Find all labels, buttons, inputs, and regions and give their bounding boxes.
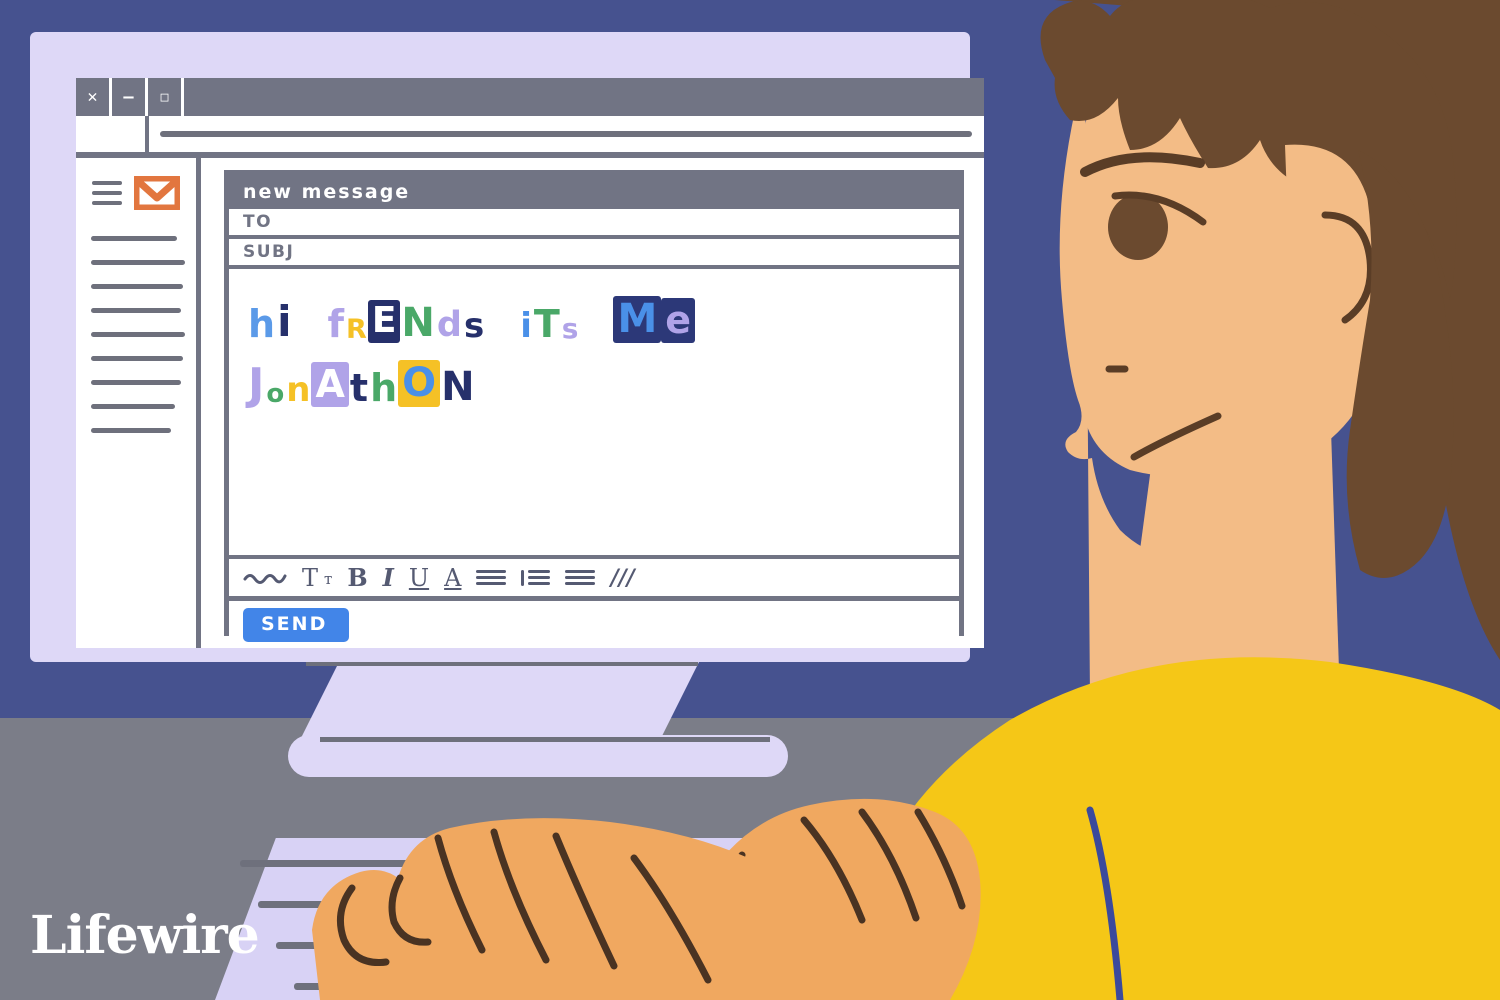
message-line: JonAthON (247, 359, 959, 407)
message-letter: n (286, 370, 311, 410)
undo-squiggle-icon[interactable] (243, 570, 287, 586)
sidebar-item-2[interactable] (91, 260, 185, 265)
message-letter: s (463, 306, 485, 346)
message-letter: R (346, 314, 367, 345)
browser-tab[interactable] (76, 116, 149, 152)
keyboard-row-4 (294, 983, 924, 990)
sidebar-header (92, 174, 182, 212)
font-size-small-icon[interactable]: т (324, 572, 332, 587)
close-button[interactable]: ✕ (76, 78, 112, 116)
url-input[interactable] (160, 131, 972, 137)
message-letter: E (367, 300, 401, 343)
browser-tabstrip[interactable] (184, 78, 984, 116)
lifewire-watermark: Lifewire (30, 905, 260, 966)
minimize-button[interactable]: – (112, 78, 148, 116)
message-word: fRENds (326, 300, 485, 343)
keyboard-row-2 (258, 901, 843, 908)
more-options-icon[interactable]: /// (610, 567, 634, 589)
hamburger-icon[interactable] (92, 181, 122, 205)
keyboard-key-rows (240, 860, 940, 1000)
message-letter: s (561, 312, 579, 345)
gmail-sidebar (76, 158, 201, 648)
message-letter: O (398, 360, 441, 407)
to-field[interactable]: TO (229, 209, 959, 239)
italic-icon[interactable]: I (383, 565, 394, 590)
sidebar-item-1[interactable] (91, 236, 177, 241)
send-button[interactable]: SEND (243, 608, 350, 642)
compose-title: new message (229, 175, 959, 209)
browser-addressbar[interactable] (76, 116, 984, 152)
sidebar-nav-list[interactable] (91, 236, 187, 433)
compose-window: new message TO SUBJ hifRENdsiTsMeJonAthO… (224, 170, 964, 648)
font-size-icon[interactable]: T (302, 566, 318, 590)
monitor-screen: ✕ – □ new message TO SUBJ h i f R E N d … (76, 78, 984, 648)
monitor-stand-base-line (320, 737, 770, 742)
text-color-icon[interactable]: A (444, 566, 461, 590)
monitor-bezel: ✕ – □ new message TO SUBJ h i f R E N d … (30, 32, 984, 662)
message-letter: N (441, 364, 475, 410)
message-body[interactable]: hifRENdsiTsMeJonAthON (229, 269, 959, 559)
align-center-icon[interactable] (565, 570, 596, 585)
keyboard-row-3 (276, 942, 886, 949)
message-word: Me (613, 296, 696, 343)
bold-icon[interactable]: B (347, 565, 367, 590)
formatting-toolbar[interactable]: T т B I U A /// (229, 559, 959, 601)
message-letter: o (266, 379, 285, 409)
message-letter: d (436, 305, 462, 345)
message-letter: i (277, 297, 292, 346)
message-letter: T (533, 302, 560, 346)
sidebar-item-6[interactable] (91, 356, 183, 361)
bulleted-list-icon[interactable] (521, 569, 551, 586)
message-letter: h (248, 302, 276, 346)
message-letter: h (370, 366, 398, 410)
message-letter: f (327, 302, 345, 346)
message-body-text: hifRENdsiTsMeJonAthON (247, 295, 959, 407)
underline-icon[interactable]: U (409, 566, 429, 590)
sidebar-item-7[interactable] (91, 380, 181, 385)
message-letter: M (613, 296, 662, 343)
browser-titlebar: ✕ – □ (76, 78, 984, 116)
message-word: hi (247, 297, 292, 346)
sidebar-item-8[interactable] (91, 404, 175, 409)
message-word: JonAthON (247, 360, 476, 407)
monitor-stand-neck (300, 660, 700, 740)
align-justify-icon[interactable] (476, 570, 507, 585)
subject-field[interactable]: SUBJ (229, 239, 959, 269)
keyboard-row-1 (240, 860, 800, 867)
to-field-label: TO (243, 212, 273, 232)
sidebar-item-9[interactable] (91, 428, 171, 433)
subject-field-label: SUBJ (243, 242, 295, 262)
message-letter: e (661, 298, 696, 343)
maximize-button[interactable]: □ (148, 78, 184, 116)
message-letter: N (401, 300, 435, 346)
gmail-logo-icon[interactable] (132, 174, 182, 212)
gmail-app-area: new message TO SUBJ hifRENdsiTsMeJonAthO… (76, 158, 984, 648)
illustration-scene: ✕ – □ new message TO SUBJ h i f R E N d … (0, 0, 1500, 1000)
message-letter: t (349, 366, 369, 410)
sidebar-item-5[interactable] (91, 332, 185, 337)
message-letter: A (311, 362, 349, 407)
message-word: iTs (519, 305, 579, 343)
message-line: hifRENdsiTsMe (247, 295, 959, 343)
sidebar-item-3[interactable] (91, 284, 183, 289)
message-letter: J (248, 359, 265, 410)
message-letter: i (520, 306, 532, 346)
sidebar-item-4[interactable] (91, 308, 181, 313)
send-row: SEND (229, 601, 959, 648)
